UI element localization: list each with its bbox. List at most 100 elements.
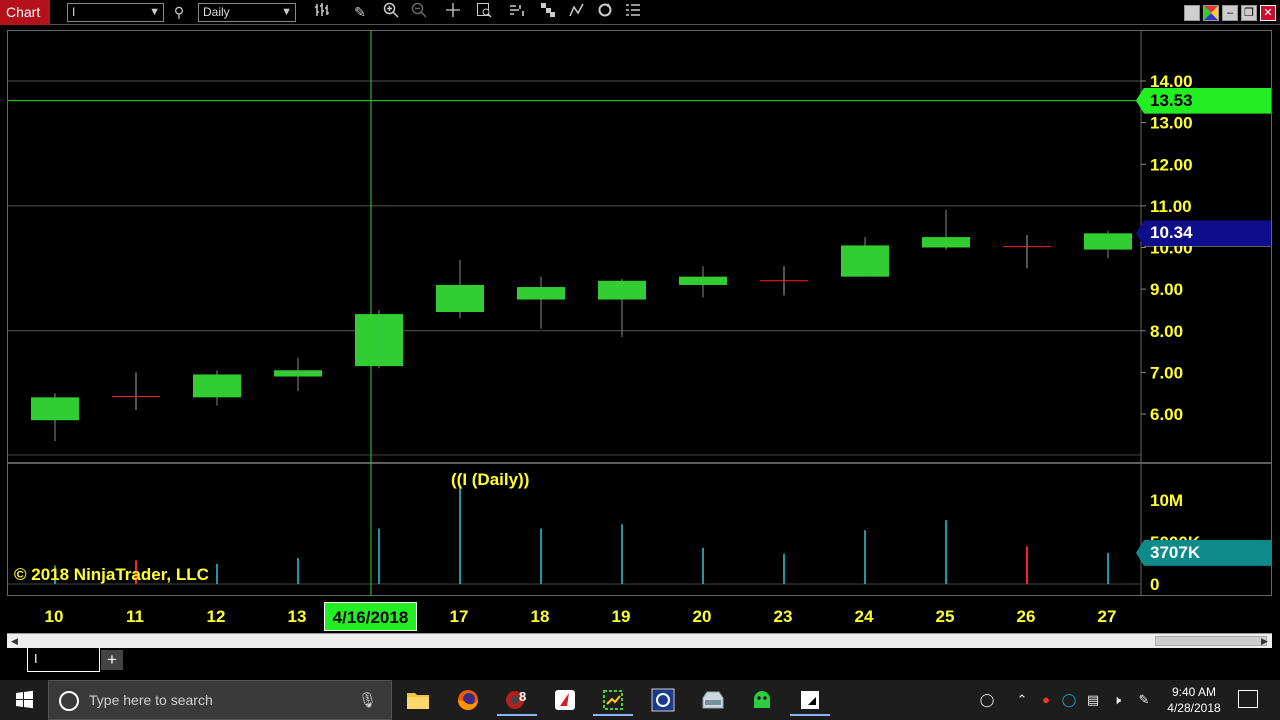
time-axis-label: 23 — [773, 607, 793, 626]
properties-icon[interactable] — [622, 2, 644, 22]
candle-body — [436, 284, 484, 313]
add-tab-button[interactable]: + — [101, 650, 123, 670]
volume-marker-tag: 3707K — [1136, 539, 1271, 566]
volume-panel-label: ((I (Daily)) — [451, 470, 530, 489]
ninjatrader-chart-window: Chart I ▼ ⚲ Daily ▼ ✎ – ❐ ✕ 6.00 7.00 8.… — [0, 0, 1280, 720]
restore-button[interactable]: ❐ — [1241, 5, 1257, 21]
price-axis-label: 8.00 — [1150, 322, 1183, 341]
instrument-selector[interactable]: I ▼ — [67, 3, 164, 22]
indicators-icon[interactable] — [537, 2, 559, 22]
zoom-out-icon[interactable] — [408, 2, 430, 22]
price-axis-label: 13.00 — [1150, 114, 1193, 133]
firefox-icon[interactable] — [448, 684, 488, 716]
strategies-icon[interactable] — [506, 2, 528, 22]
crosshair-icon[interactable] — [442, 2, 464, 22]
chevron-down-icon: ▼ — [149, 6, 160, 18]
instrument-selector-value: I — [72, 5, 76, 19]
chart-toolbar: Chart I ▼ ⚲ Daily ▼ ✎ – ❐ ✕ — [0, 0, 1280, 25]
app-android-icon[interactable] — [742, 684, 782, 716]
pen-icon[interactable]: ✎ — [1135, 691, 1153, 709]
volume-icon[interactable]: 🕨 — [1108, 691, 1126, 709]
crosshair-price-tag: 13.53 — [1136, 87, 1271, 114]
scroll-left-icon[interactable]: ◀ — [8, 635, 21, 647]
tray-app-red-icon[interactable]: ● — [1037, 691, 1055, 709]
scrollbar-thumb[interactable] — [1155, 636, 1267, 646]
price-axis-label: 9.00 — [1150, 280, 1183, 299]
app-green-icon[interactable] — [593, 684, 633, 716]
time-axis-label: 19 — [611, 607, 631, 626]
candle-body — [274, 370, 322, 377]
chart-horizontal-scrollbar[interactable]: ◀ ▶ — [7, 633, 1272, 648]
price-axis-label: 12.00 — [1150, 155, 1193, 174]
time-axis-label: 24 — [854, 607, 874, 626]
instrument-tab-strip: I + — [0, 648, 1280, 680]
scroll-right-icon[interactable]: ▶ — [1258, 635, 1271, 647]
app-satellite-icon[interactable] — [643, 684, 683, 716]
candle-body — [598, 280, 646, 300]
time-axis-label: 27 — [1097, 607, 1117, 626]
taskbar-search-box[interactable]: Type here to search 🎙 — [48, 680, 392, 720]
instrument-tab[interactable]: I — [27, 648, 100, 672]
search-icon[interactable]: ⚲ — [168, 2, 190, 22]
chevron-up-icon[interactable]: ⌃ — [1013, 691, 1031, 709]
bars-type-icon[interactable] — [311, 2, 333, 22]
file-explorer-icon[interactable] — [398, 684, 438, 716]
price-volume-chart[interactable]: 6.007.008.009.0010.0011.0012.0013.0014.0… — [8, 31, 1272, 596]
interval-selector[interactable]: Daily ▼ — [198, 3, 296, 22]
reload-icon[interactable] — [594, 2, 616, 22]
candle-body — [679, 276, 727, 285]
chart-panel[interactable]: 6.00 7.00 8.00 9.00 10.00 11.00 12.00 13.00 14.0… — [7, 30, 1272, 596]
time-axis-label: 11 — [126, 607, 144, 626]
last-price-tag: 10.34 — [1136, 220, 1271, 247]
time-axis-label: 10 — [44, 607, 64, 626]
candle-body — [1084, 233, 1132, 250]
candle-body — [922, 237, 970, 248]
clock-time: 9:40 AM — [1171, 685, 1217, 699]
tasks-badge-count: 8 — [519, 689, 527, 704]
cortana-icon — [59, 691, 79, 711]
windows-start-icon[interactable] — [0, 680, 48, 720]
zoom-in-icon[interactable] — [380, 2, 402, 22]
candle-body — [193, 374, 241, 398]
system-clock[interactable]: 9:40 AM 4/28/2018 — [1158, 684, 1230, 716]
volume-axis-label: 0 — [1150, 575, 1159, 594]
interval-selector-value: Daily — [203, 5, 230, 19]
chart-window-tab[interactable]: Chart — [0, 0, 50, 25]
search-placeholder: Type here to search — [89, 692, 213, 708]
price-axis-label: 7.00 — [1150, 363, 1183, 382]
candle-body — [31, 397, 79, 421]
drawing-tools-icon[interactable] — [566, 2, 588, 22]
time-axis-label: 20 — [692, 607, 712, 626]
time-axis-label: 25 — [935, 607, 955, 626]
minimize-button[interactable]: – — [1222, 5, 1238, 21]
time-axis-label: 13 — [287, 607, 307, 626]
price-axis-label: 6.00 — [1150, 405, 1183, 424]
clock-date: 4/28/2018 — [1167, 701, 1221, 715]
volume-axis-label: 10M — [1150, 491, 1183, 510]
action-center-icon[interactable] — [1238, 690, 1258, 708]
time-axis-label: 12 — [206, 607, 226, 626]
pencil-icon[interactable]: ✎ — [349, 2, 371, 22]
candle-body — [517, 287, 565, 300]
price-axis-label: 11.00 — [1150, 197, 1192, 216]
color-picker-icon[interactable] — [1203, 5, 1219, 21]
app-red-icon[interactable] — [545, 684, 585, 716]
copyright-text: © 2018 NinjaTrader, LLC — [14, 565, 209, 584]
window-menu-icon[interactable] — [1184, 5, 1200, 21]
app-drive-icon[interactable] — [693, 684, 733, 716]
time-axis-label: 18 — [530, 607, 550, 626]
ninjatrader-icon[interactable] — [790, 684, 830, 716]
windows-taskbar: Type here to search 🎙 8 ◯ ⌃ ● ◯ ▤ 🕨 ✎ 9:… — [0, 680, 1280, 720]
candle-body — [841, 245, 889, 277]
tasks-badge-icon[interactable]: 8 — [497, 684, 537, 716]
time-axis-label: 17 — [449, 607, 469, 626]
candle-body — [355, 314, 403, 367]
time-axis-label: 26 — [1016, 607, 1036, 626]
close-button[interactable]: ✕ — [1260, 5, 1276, 21]
people-icon[interactable]: ◯ — [978, 691, 996, 709]
chevron-down-icon: ▼ — [281, 6, 292, 18]
tray-app-e-icon[interactable]: ◯ — [1060, 691, 1078, 709]
data-box-icon[interactable] — [473, 2, 495, 22]
microphone-icon[interactable]: 🎙 — [358, 691, 377, 709]
network-icon[interactable]: ▤ — [1084, 691, 1102, 709]
